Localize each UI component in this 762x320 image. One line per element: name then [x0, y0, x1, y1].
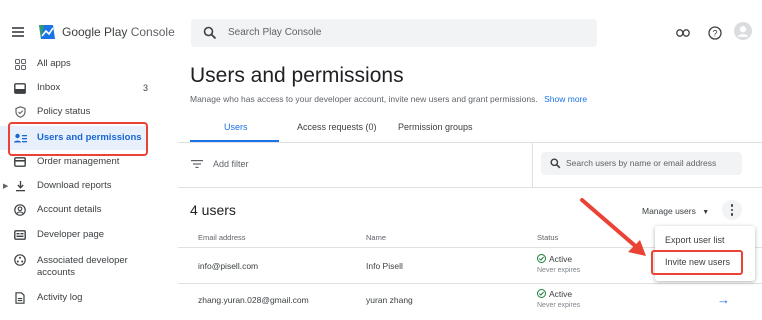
arrow-right-icon[interactable]: →: [717, 292, 730, 307]
sidebar-item-developer-page[interactable]: Developer page: [0, 223, 178, 247]
brand-secondary: Console: [130, 25, 175, 39]
sidebar-item-label-line2: accounts: [37, 267, 76, 278]
expiry-text: Never expires: [537, 302, 581, 309]
expand-caret-icon[interactable]: ▶: [3, 182, 8, 190]
tab-access-requests[interactable]: Access requests (0): [297, 122, 377, 132]
account-icon: [13, 203, 27, 217]
sidebar-item-label: Download reports: [37, 180, 112, 191]
brand-name: Google Play Console: [62, 25, 175, 39]
grid-icon: [13, 57, 27, 71]
sidebar-item-all-apps[interactable]: All apps: [0, 52, 178, 76]
log-icon: [13, 291, 27, 305]
tabs-divider: [178, 142, 762, 143]
table-cell-name: yuran zhang: [366, 295, 413, 305]
svg-text:?: ?: [712, 28, 717, 38]
table-row-divider: [178, 283, 762, 284]
page-subtitle: Manage who has access to your developer …: [190, 94, 587, 104]
column-header-email[interactable]: Email address: [198, 233, 246, 242]
page-icon: [13, 228, 27, 242]
status-badge: Active: [537, 254, 572, 264]
sidebar-item-inbox[interactable]: Inbox 3: [0, 76, 178, 100]
sidebar-item-download-reports[interactable]: ▶ Download reports: [0, 174, 178, 198]
more-options-button[interactable]: [722, 200, 742, 220]
filter-icon: [191, 160, 203, 168]
search-placeholder: Search Play Console: [228, 27, 322, 38]
global-search-input[interactable]: Search Play Console: [191, 19, 597, 47]
search-icon: [203, 26, 217, 40]
user-search-input[interactable]: Search users by name or email address: [541, 152, 742, 175]
link-icon: [13, 253, 27, 267]
table-cell-email: zhang.yuran.028@gmail.com: [198, 295, 309, 305]
sidebar-item-label: Activity log: [37, 292, 83, 303]
brand-primary: Google Play: [62, 25, 128, 39]
status-text: Active: [549, 289, 573, 299]
status-text: Active: [549, 254, 573, 264]
inbox-count-badge: 3: [142, 83, 148, 93]
check-circle-icon: [537, 289, 546, 298]
tab-users[interactable]: Users: [224, 122, 248, 132]
page-title: Users and permissions: [190, 64, 404, 87]
avatar[interactable]: [734, 22, 752, 40]
check-circle-icon: [537, 254, 546, 263]
shield-icon: [13, 105, 27, 119]
sidebar-item-label: Inbox: [37, 82, 61, 93]
help-icon[interactable]: ?: [706, 24, 724, 42]
tab-permission-groups[interactable]: Permission groups: [398, 122, 473, 132]
annotation-highlight-box: [651, 250, 743, 275]
sidebar-item-label: Account details: [37, 204, 102, 215]
filter-row-divider: [178, 187, 762, 188]
card-icon: [13, 155, 27, 169]
status-badge: Active: [537, 289, 572, 299]
user-search-placeholder: Search users by name or email address: [566, 158, 717, 168]
menu-icon[interactable]: [12, 27, 24, 37]
menu-item-export-user-list[interactable]: Export user list: [655, 229, 755, 251]
table-cell-name: Info Pisell: [366, 261, 403, 271]
column-header-status[interactable]: Status: [537, 233, 558, 242]
table-cell-email: info@pisell.com: [198, 261, 259, 271]
download-icon: [13, 179, 27, 193]
manage-users-label: Manage users: [642, 206, 696, 216]
link-icon[interactable]: [674, 24, 692, 42]
sidebar-item-associated-developer-accounts[interactable]: Associated developer accounts: [0, 250, 178, 280]
sidebar-item-label: All apps: [37, 58, 71, 69]
sidebar-item-order-management[interactable]: Order management: [0, 150, 178, 174]
chevron-down-icon: ▼: [702, 209, 710, 216]
sidebar-item-account-details[interactable]: Account details: [0, 198, 178, 222]
column-header-name[interactable]: Name: [366, 233, 386, 242]
sidebar: Google Play Console All apps Inbox 3 Pol…: [0, 0, 178, 320]
filter-divider: [532, 143, 533, 187]
sidebar-item-label: Associated developer: [37, 255, 128, 266]
play-console-logo-icon: [39, 25, 55, 39]
sidebar-item-label: Order management: [37, 156, 120, 167]
inbox-icon: [13, 81, 27, 95]
subtitle-text: Manage who has access to your developer …: [190, 94, 538, 104]
search-icon: [550, 158, 561, 169]
sidebar-item-activity-log[interactable]: Activity log: [0, 286, 178, 310]
user-count-heading: 4 users: [190, 202, 236, 218]
sidebar-item-label: Policy status: [37, 106, 91, 117]
sidebar-item-label: Developer page: [37, 229, 105, 240]
manage-users-dropdown[interactable]: Manage users ▼: [642, 206, 709, 216]
sidebar-item-policy-status[interactable]: Policy status: [0, 100, 178, 124]
expiry-text: Never expires: [537, 267, 581, 274]
show-more-link[interactable]: Show more: [544, 94, 587, 104]
add-filter-button[interactable]: Add filter: [213, 159, 249, 169]
